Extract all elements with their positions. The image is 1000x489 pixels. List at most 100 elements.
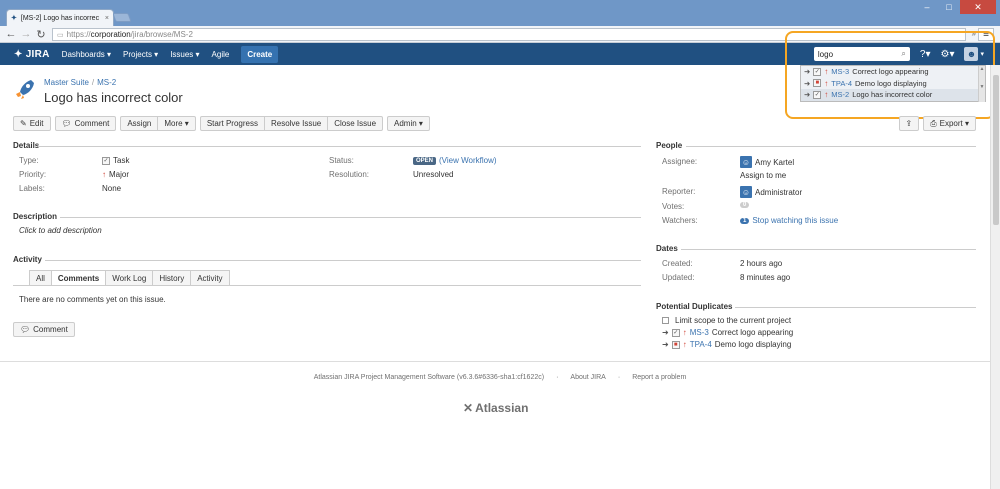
votes-label: Votes: (662, 202, 685, 211)
created-label: Created: (662, 259, 693, 268)
edit-button[interactable]: ✎ Edit (13, 116, 51, 131)
activity-tabs: All Comments Work Log History Activity (29, 270, 230, 285)
assign-to-me-link[interactable]: Assign to me (740, 171, 786, 180)
labels-value[interactable]: None (102, 184, 121, 193)
url-path: /jira/browse/MS-2 (130, 30, 193, 39)
more-button[interactable]: More ▾ (157, 116, 196, 131)
view-workflow-link[interactable]: (View Workflow) (439, 156, 497, 165)
window-close-icon[interactable]: ✕ (960, 0, 996, 14)
details-divider (38, 146, 641, 147)
footer: Atlassian JIRA Project Management Softwa… (313, 374, 687, 381)
duplicate-summary: Correct logo appearing (711, 328, 794, 337)
tab-comments[interactable]: Comments (50, 270, 107, 285)
duplicate-key[interactable]: MS-3 (690, 328, 709, 337)
scrollbar-thumb[interactable] (993, 75, 999, 225)
tab-activity[interactable]: Activity (190, 270, 230, 285)
stop-watching-link[interactable]: Stop watching this issue (752, 216, 838, 225)
main-nav: Dashboards ▾ Projects ▾ Issues ▾ Agile C… (62, 45, 279, 63)
assignee-name: Amy Kartel (755, 157, 795, 167)
nav-dashboards[interactable]: Dashboards ▾ (62, 50, 111, 59)
admin-button[interactable]: Admin ▾ (387, 116, 430, 131)
comment-button[interactable]: 💬︎ Comment (54, 116, 117, 131)
duplicate-summary: Demo logo displaying (714, 340, 792, 349)
footer-software[interactable]: Atlassian JIRA Project Management Softwa… (314, 374, 544, 381)
activity-heading: Activity (13, 255, 42, 264)
duplicate-key[interactable]: TPA-4 (690, 340, 712, 349)
votes-badge: 0 (740, 202, 750, 208)
highlight-annotation (785, 31, 995, 119)
forward-icon[interactable]: → (20, 28, 32, 40)
dates-divider (681, 249, 976, 250)
share-button[interactable]: ⇪ (898, 116, 920, 131)
type-text: Task (113, 156, 130, 165)
minimize-icon[interactable]: – (916, 0, 938, 14)
project-avatar-rocket-icon (16, 80, 34, 99)
assign-more-group: Assign More ▾ (120, 116, 196, 131)
export-button[interactable]: ⎙ Export ▾ (923, 116, 976, 131)
updated-label: Updated: (662, 273, 695, 282)
lock-icon: ▭ (57, 31, 64, 39)
limit-scope-checkbox[interactable] (662, 317, 669, 324)
breadcrumb-project[interactable]: Master Suite (44, 78, 89, 87)
tab-all[interactable]: All (29, 270, 52, 285)
resolution-value: Unresolved (413, 170, 454, 179)
create-button[interactable]: Create (241, 45, 279, 63)
duplicate-item: ➜ ■ ↑ TPA-4 Demo logo displaying (662, 340, 791, 349)
tab-work-log[interactable]: Work Log (105, 270, 154, 285)
limit-scope-row: Limit scope to the current project (662, 316, 791, 325)
watchers-label: Watchers: (662, 216, 698, 225)
new-tab-button[interactable] (112, 13, 132, 22)
type-value: ✓ Task (102, 156, 129, 165)
priority-major-icon: ↑ (682, 328, 687, 337)
reload-icon[interactable]: ↻ (35, 28, 47, 41)
breadcrumb-issue-key[interactable]: MS-2 (97, 78, 116, 87)
no-comments-message: There are no comments yet on this issue. (19, 295, 166, 304)
reporter-value[interactable]: ☺ Administrator (740, 186, 802, 198)
url-scheme: https:// (66, 30, 91, 39)
watchers-badge[interactable]: 1 (740, 217, 750, 224)
status-label: Status: (329, 156, 354, 165)
assign-button[interactable]: Assign (120, 116, 159, 131)
export-icon: ⎙ (930, 118, 937, 128)
issue-title[interactable]: Logo has incorrect color (44, 90, 183, 105)
reporter-label: Reporter: (662, 187, 696, 196)
pencil-icon: ✎ (20, 119, 27, 128)
votes-value[interactable]: 0 (740, 202, 750, 208)
priority-major-icon: ↑ (682, 340, 687, 349)
maximize-icon[interactable]: □ (938, 0, 960, 14)
assignee-value[interactable]: ☺ Amy Kartel (740, 156, 794, 168)
nav-agile[interactable]: Agile (212, 50, 230, 59)
page-scrollbar[interactable] (990, 65, 1000, 489)
browser-tab-title: [MS-2] Logo has incorrec (20, 14, 100, 22)
dates-heading: Dates (656, 244, 678, 253)
nav-issues[interactable]: Issues ▾ (170, 50, 199, 59)
atlassian-logo-text: Atlassian (475, 401, 529, 415)
activity-divider (45, 260, 641, 261)
atlassian-logo[interactable]: ✕ Atlassian (463, 401, 528, 415)
issue-operations: ✎ Edit 💬︎ Comment Assign More ▾ Start Prog… (13, 116, 430, 131)
priority-major-icon: ↑ (102, 170, 106, 179)
people-heading: People (656, 141, 683, 150)
resolve-issue-button[interactable]: Resolve Issue (263, 116, 329, 131)
footer-divider (0, 361, 1000, 362)
link-icon: ➜ (662, 328, 669, 337)
about-jira-link[interactable]: About JIRA (570, 374, 605, 381)
tab-history[interactable]: History (152, 270, 192, 285)
back-icon[interactable]: ← (5, 28, 17, 40)
task-icon: ✓ (102, 156, 110, 165)
jira-logo[interactable]: ✦ JIRA (14, 49, 50, 60)
window-controls: – □ ✕ (916, 0, 996, 14)
limit-scope-label: Limit scope to the current project (675, 316, 792, 325)
close-tab-icon[interactable]: × (105, 15, 109, 22)
report-problem-link[interactable]: Report a problem (632, 374, 686, 381)
description-placeholder[interactable]: Click to add description (19, 226, 102, 235)
breadcrumb: Master Suite / MS-2 (44, 78, 117, 87)
url-host: corporation (90, 30, 131, 39)
close-issue-button[interactable]: Close Issue (327, 116, 384, 131)
start-progress-button[interactable]: Start Progress (199, 116, 265, 131)
add-comment-button[interactable]: 💬︎ Comment (13, 322, 75, 337)
task-icon: ✓ (671, 328, 680, 337)
assignee-label: Assignee: (662, 157, 698, 166)
nav-projects[interactable]: Projects ▾ (123, 50, 158, 59)
browser-tab[interactable]: ✦ [MS-2] Logo has incorrec × (6, 9, 114, 26)
